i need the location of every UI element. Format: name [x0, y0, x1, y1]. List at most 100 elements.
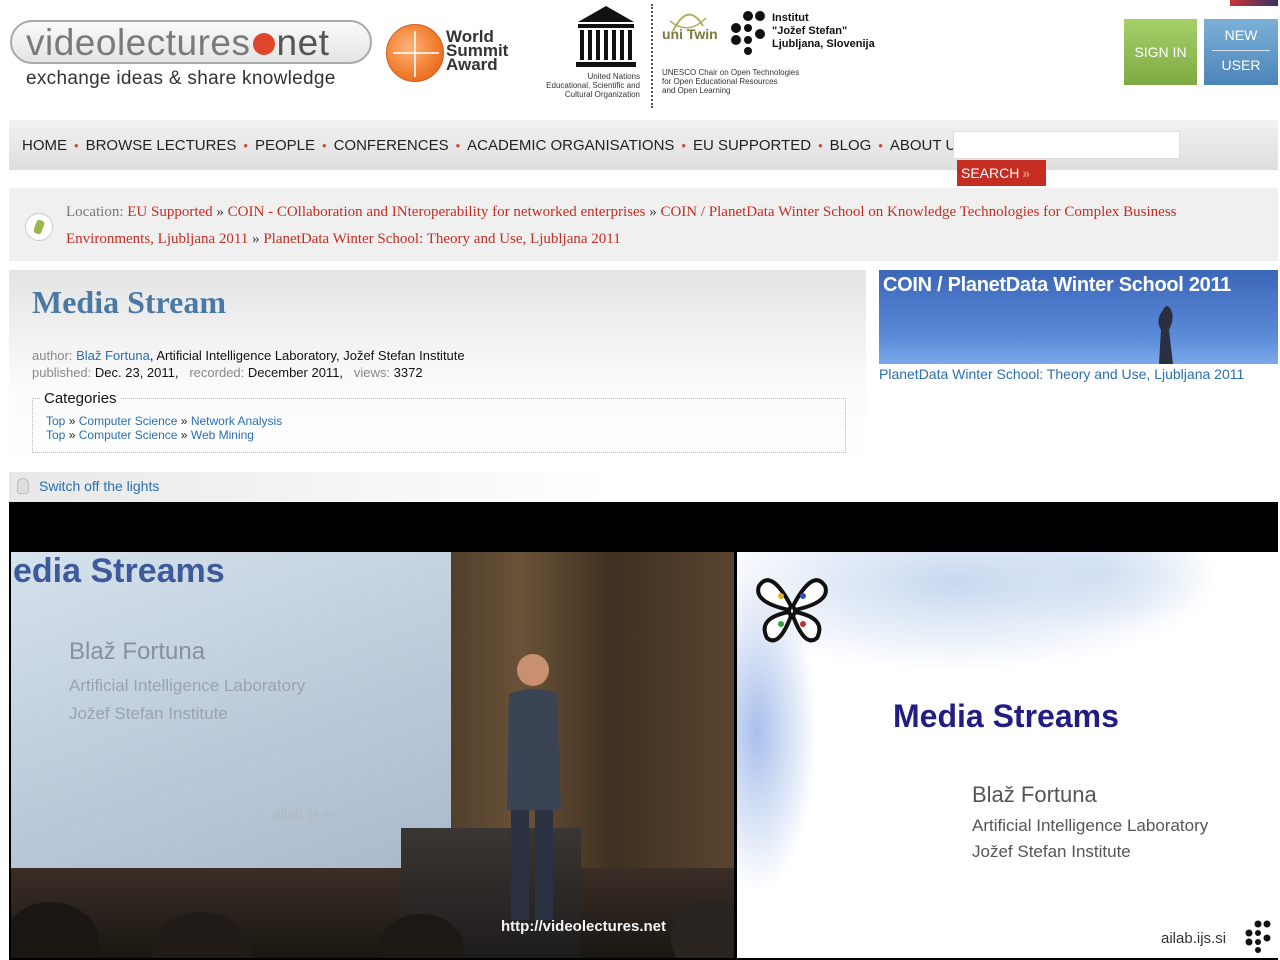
- search-input[interactable]: [953, 131, 1180, 159]
- nav-separator: •: [243, 138, 248, 153]
- nav-separator: •: [322, 138, 327, 153]
- unesco-caption-3: Cultural Organization: [564, 90, 640, 99]
- slide-institute: Jožef Stefan Institute: [972, 842, 1131, 861]
- nav-people[interactable]: PEOPLE: [255, 137, 315, 154]
- projected-institute: Jožef Stefan Institute: [69, 704, 228, 723]
- projected-ailab: ailab.ijs.si: [273, 806, 334, 822]
- unitwin-caption-3: and Open Learning: [662, 86, 731, 95]
- world-summit-award-logo[interactable]: World Summit Award: [384, 22, 534, 92]
- switch-off-lights-link[interactable]: Switch off the lights: [39, 478, 159, 494]
- category-separator: »: [180, 428, 188, 442]
- ijs-dots-icon: [1245, 920, 1271, 953]
- category-path: Top » Computer Science » Web Mining: [46, 428, 254, 442]
- nav-separator: •: [74, 138, 79, 153]
- logo-dot-icon: [252, 33, 275, 55]
- event-banner[interactable]: COIN / PlanetData Winter School 2011: [879, 270, 1278, 364]
- slide-lab: Artificial Intelligence Laboratory: [972, 816, 1209, 835]
- site-header: videolectures net exchange ideas & share …: [0, 0, 1280, 112]
- views-count: 3372: [393, 365, 423, 380]
- wsa-line-3: Award: [446, 55, 498, 74]
- projected-lab: Artificial Intelligence Laboratory: [69, 676, 306, 695]
- page-title: Media Stream: [32, 284, 227, 320]
- language-flag-icon[interactable]: [1230, 0, 1278, 6]
- site-tagline: exchange ideas & share knowledge: [26, 68, 336, 89]
- breadcrumb-label: Location:: [66, 204, 124, 220]
- nav-home[interactable]: HOME: [22, 137, 67, 154]
- statue-icon: [1158, 306, 1173, 364]
- logo-word: videolectures: [26, 22, 251, 63]
- ijs-institute-logo[interactable]: Institut "Jožef Stefan" Ljubljana, Slove…: [728, 10, 898, 60]
- nav-separator: •: [681, 138, 686, 153]
- published-date: Dec. 23, 2011,: [94, 365, 179, 380]
- breadcrumb-item-eu-supported[interactable]: EU Supported: [127, 204, 212, 220]
- unesco-logo[interactable]: United Nations Educational, Scientific a…: [530, 4, 650, 104]
- publish-info-line: published: Dec. 23, 2011, recorded: Dece…: [32, 365, 423, 380]
- breadcrumb-separator: »: [649, 204, 657, 220]
- category-link[interactable]: Computer Science: [79, 428, 178, 442]
- slide-author-name: Blaž Fortuna: [972, 782, 1097, 807]
- category-separator: »: [68, 428, 76, 442]
- unesco-temple-icon: [576, 6, 636, 67]
- unitwin-logo[interactable]: uni Twin: [662, 6, 732, 66]
- recorded-label: recorded:: [189, 365, 245, 380]
- nav-separator: •: [878, 138, 883, 153]
- views-label: views:: [353, 365, 391, 380]
- unesco-caption-2: Educational, Scientific and: [546, 81, 640, 90]
- author-link[interactable]: Blaž Fortuna: [76, 348, 150, 363]
- category-link[interactable]: Computer Science: [79, 414, 178, 428]
- category-separator: »: [68, 414, 76, 428]
- breadcrumb-item-theory-and-use[interactable]: PlanetData Winter School: Theory and Use…: [263, 231, 620, 247]
- nav-academic-organisations[interactable]: ACADEMIC ORGANISATIONS: [467, 137, 674, 154]
- new-user-divider: [1212, 50, 1270, 51]
- breadcrumb-item-coin[interactable]: COIN - COllaboration and INteroperabilit…: [228, 204, 646, 220]
- unitwin-caption-2: for Open Educational Resources: [662, 77, 778, 86]
- lecture-video[interactable]: edia Streams Blaž Fortuna Artificial Int…: [11, 552, 734, 958]
- ijs-line-1: Institut: [772, 12, 809, 24]
- category-path: Top » Computer Science » Network Analysi…: [46, 414, 282, 428]
- lightbulb-icon: [17, 478, 29, 494]
- nav-blog[interactable]: BLOG: [830, 137, 872, 154]
- unitwin-caption-1: UNESCO Chair on Open Technologies: [662, 68, 800, 77]
- category-separator: »: [180, 414, 188, 428]
- lights-toggle-bar: Switch off the lights: [9, 472, 609, 502]
- search-button[interactable]: SEARCH»: [957, 160, 1046, 186]
- projection-screen: edia Streams Blaž Fortuna Artificial Int…: [11, 552, 451, 882]
- breadcrumb-separator: »: [252, 231, 260, 247]
- projected-slide-title: edia Streams: [13, 552, 225, 590]
- ijs-line-3: Ljubljana, Slovenija: [772, 38, 875, 50]
- new-user-button[interactable]: NEW USER: [1204, 19, 1278, 85]
- categories-heading: Categories: [41, 390, 120, 407]
- new-user-line-2: USER: [1221, 57, 1261, 73]
- categories-box: Categories Top » Computer Science » Netw…: [32, 390, 846, 453]
- lecture-info-panel: Media Stream author: Blaž Fortuna, Artif…: [9, 270, 866, 462]
- logo-divider: [651, 4, 653, 108]
- new-user-line-1: NEW: [1224, 27, 1258, 43]
- unitwin-label: uni Twin: [662, 26, 718, 42]
- slide-ailab: ailab.ijs.si: [1161, 930, 1227, 947]
- videolectures-logo[interactable]: videolectures net: [10, 20, 372, 64]
- video-watermark: http://videolectures.net: [501, 918, 667, 935]
- author-affiliation: , Artificial Intelligence Laboratory, Jo…: [149, 348, 465, 363]
- logo-net: net: [276, 22, 330, 63]
- category-link[interactable]: Top: [46, 414, 65, 428]
- nav-eu-supported[interactable]: EU SUPPORTED: [693, 137, 811, 154]
- slide-panel[interactable]: Media Streams Blaž Fortuna Artificial In…: [737, 552, 1278, 958]
- sign-in-button[interactable]: SIGN IN: [1124, 19, 1197, 85]
- slide-title: Media Streams: [893, 698, 1119, 734]
- category-link[interactable]: Top: [46, 428, 65, 442]
- double-chevron-right-icon: »: [1022, 165, 1031, 181]
- video-player[interactable]: edia Streams Blaž Fortuna Artificial Int…: [9, 502, 1278, 960]
- nav-browse-lectures[interactable]: BROWSE LECTURES: [86, 137, 237, 154]
- location-icon: [25, 213, 53, 241]
- category-link[interactable]: Network Analysis: [191, 414, 282, 428]
- breadcrumb: Location: EU Supported » COIN - COllabor…: [9, 188, 1278, 261]
- event-link[interactable]: PlanetData Winter School: Theory and Use…: [879, 366, 1244, 382]
- ijs-line-2: "Jožef Stefan": [772, 25, 848, 37]
- recorded-date: December 2011,: [247, 365, 344, 380]
- globe-icon: [386, 24, 444, 82]
- ijs-dots-icon: [731, 11, 765, 55]
- category-link[interactable]: Web Mining: [191, 428, 254, 442]
- butterfly-logo-icon: [756, 578, 828, 643]
- breadcrumb-separator: »: [216, 204, 224, 220]
- nav-conferences[interactable]: CONFERENCES: [334, 137, 449, 154]
